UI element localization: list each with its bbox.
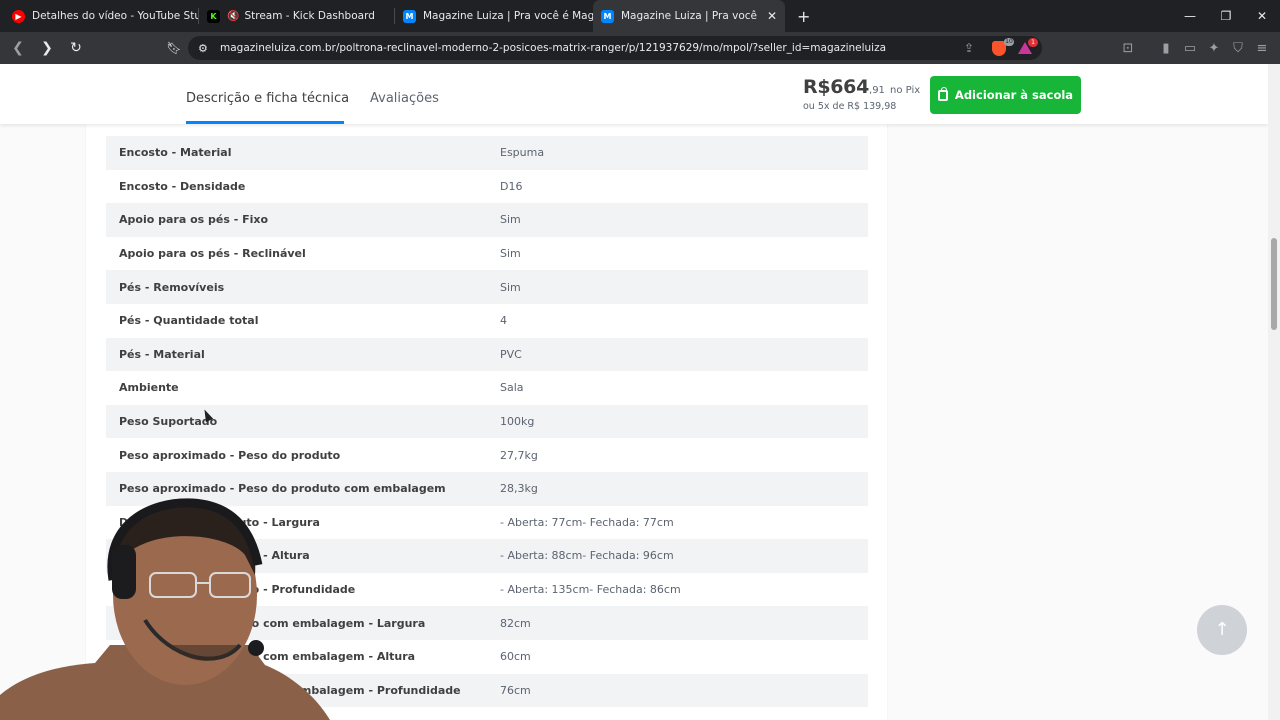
- spec-key: Apoio para os pés - Fixo: [119, 213, 269, 227]
- tab-reviews[interactable]: Avaliações: [370, 91, 439, 106]
- muted-speaker-icon[interactable]: 🔇: [227, 11, 239, 22]
- tab-magalu-1[interactable]: M Magazine Luiza | Pra você é Magalu!: [395, 0, 593, 32]
- bookmark-icon[interactable]: 🔖︎: [164, 41, 184, 55]
- back-to-top-button[interactable]: ↑: [1197, 605, 1247, 655]
- menu-icon[interactable]: ≡: [1250, 41, 1274, 56]
- spec-value: Espuma: [500, 146, 545, 160]
- leo-ai-icon[interactable]: ✦: [1202, 41, 1226, 56]
- price-cents: ,91: [869, 85, 885, 96]
- installments: ou 5x de R$ 139,98: [803, 101, 897, 112]
- extensions-icon[interactable]: ⊡: [1116, 41, 1140, 56]
- table-row: Encosto - Material Espuma: [106, 136, 868, 170]
- table-row: Pés - Removíveis Sim: [106, 270, 868, 304]
- site-settings-icon[interactable]: ⚙: [198, 42, 212, 55]
- table-row: Peso Suportado 100kg: [106, 404, 868, 439]
- arrow-up-icon: ↑: [1214, 619, 1230, 640]
- restore-icon[interactable]: ❐: [1208, 9, 1244, 23]
- spec-key: Pés - Material: [119, 347, 205, 361]
- tab-youtube-studio[interactable]: ▶ Detalhes do vídeo - YouTube Studio: [0, 0, 198, 32]
- spec-value: D16: [500, 179, 523, 193]
- magalu-icon: M: [601, 9, 614, 23]
- spec-key: Apoio para os pés - Reclinável: [119, 247, 306, 261]
- browser-tab-bar: ▶ Detalhes do vídeo - YouTube Studio K 🔇…: [0, 0, 1280, 32]
- spec-key: Peso aproximado - Peso do produto com em…: [119, 482, 446, 496]
- tab-title: Magazine Luiza | Pra você é Mag: [621, 10, 759, 22]
- reload-icon[interactable]: ↻: [64, 40, 88, 56]
- wallet-icon[interactable]: ▭: [1178, 41, 1202, 56]
- share-icon[interactable]: ⇪: [964, 41, 974, 55]
- spec-key: Pés - Quantidade total: [119, 314, 259, 328]
- magalu-icon: M: [403, 9, 416, 23]
- spec-value: 28,3kg: [500, 482, 538, 496]
- tab-kick-dashboard[interactable]: K 🔇 Stream - Kick Dashboard: [199, 0, 394, 32]
- sidebar-icon[interactable]: ▮: [1154, 41, 1178, 56]
- scrollbar-thumb[interactable]: [1271, 238, 1277, 330]
- spec-value: 76cm: [500, 683, 531, 697]
- price-method: no Pix: [890, 85, 921, 96]
- price-main: R$664: [803, 76, 870, 98]
- spec-value: - Aberta: 88cm- Fechada: 96cm: [500, 549, 674, 563]
- youtube-icon: ▶: [12, 9, 25, 23]
- forward-icon[interactable]: ❯: [35, 40, 59, 56]
- tab-description[interactable]: Descrição e ficha técnica: [186, 91, 349, 106]
- add-to-bag-label: Adicionar à sacola: [954, 88, 1074, 102]
- back-icon[interactable]: ❮: [6, 40, 30, 56]
- spec-key: Encosto - Densidade: [119, 179, 246, 193]
- spec-key: Peso aproximado - Peso do produto: [119, 448, 341, 462]
- table-row: Pés - Material PVC: [106, 337, 868, 372]
- active-tab-indicator: [186, 121, 344, 124]
- shopping-bag-icon: [937, 86, 948, 101]
- close-window-icon[interactable]: ✕: [1244, 9, 1280, 23]
- webcam-overlay: [0, 495, 330, 720]
- page-scrollbar[interactable]: [1268, 64, 1280, 720]
- spec-value: Sim: [500, 280, 521, 294]
- table-row: Peso aproximado - Peso do produto 27,7kg: [106, 438, 868, 472]
- vpn-icon[interactable]: ⛉: [1226, 41, 1250, 56]
- add-to-bag-button[interactable]: Adicionar à sacola: [930, 76, 1081, 114]
- streamer-webcam-image: [0, 498, 330, 720]
- minimize-icon[interactable]: —: [1172, 9, 1208, 23]
- shields-count-badge: 10: [1004, 38, 1014, 46]
- tab-title: Stream - Kick Dashboard: [244, 10, 375, 22]
- window-controls: — ❐ ✕: [1172, 0, 1280, 32]
- toolbar-actions: ⊡ ▮ ▭ ✦ ⛉ ≡: [1116, 32, 1274, 64]
- price: R$664,91 no Pix: [803, 76, 920, 98]
- sticky-product-header: Descrição e ficha técnica Avaliações R$6…: [0, 64, 1268, 124]
- browser-toolbar: ❮ ❯ ↻ 🔖︎ ⚙ magazineluiza.com.br/poltrona…: [0, 32, 1280, 64]
- table-row: Pés - Quantidade total 4: [106, 304, 868, 338]
- tab-magalu-active[interactable]: M Magazine Luiza | Pra você é Mag ✕: [593, 0, 785, 32]
- spec-value: 27,7kg: [500, 448, 538, 462]
- spec-key: Peso Suportado: [119, 415, 218, 429]
- spec-value: 100kg: [500, 415, 535, 429]
- tab-title: Magazine Luiza | Pra você é Magalu!: [423, 10, 593, 22]
- table-row: Apoio para os pés - Reclinável Sim: [106, 237, 868, 271]
- spec-key: Ambiente: [119, 381, 179, 395]
- spec-key: Pés - Removíveis: [119, 280, 225, 294]
- address-bar[interactable]: 🔖︎ ⚙ magazineluiza.com.br/poltrona-recli…: [166, 36, 1042, 60]
- spec-value: PVC: [500, 347, 522, 361]
- spec-value: 82cm: [500, 616, 531, 630]
- spec-value: - Aberta: 135cm- Fechada: 86cm: [500, 583, 681, 597]
- kick-icon: K: [207, 9, 220, 23]
- table-row: Apoio para os pés - Fixo Sim: [106, 203, 868, 237]
- close-tab-icon[interactable]: ✕: [767, 9, 777, 23]
- rewards-count-badge: 1: [1028, 38, 1038, 47]
- spec-value: Sim: [500, 213, 521, 227]
- table-row: Encosto - Densidade D16: [106, 170, 868, 204]
- spec-value: 60cm: [500, 650, 531, 664]
- spec-value: Sim: [500, 247, 521, 261]
- spec-key: Encosto - Material: [119, 146, 232, 160]
- spec-value: Sala: [500, 381, 524, 395]
- url-text[interactable]: magazineluiza.com.br/poltrona-reclinavel…: [220, 42, 886, 54]
- tab-title: Detalhes do vídeo - YouTube Studio: [32, 10, 198, 22]
- new-tab-icon[interactable]: +: [797, 7, 810, 26]
- spec-value: - Aberta: 77cm- Fechada: 77cm: [500, 515, 674, 529]
- spec-value: 4: [500, 314, 507, 328]
- table-row: Ambiente Sala: [106, 371, 868, 405]
